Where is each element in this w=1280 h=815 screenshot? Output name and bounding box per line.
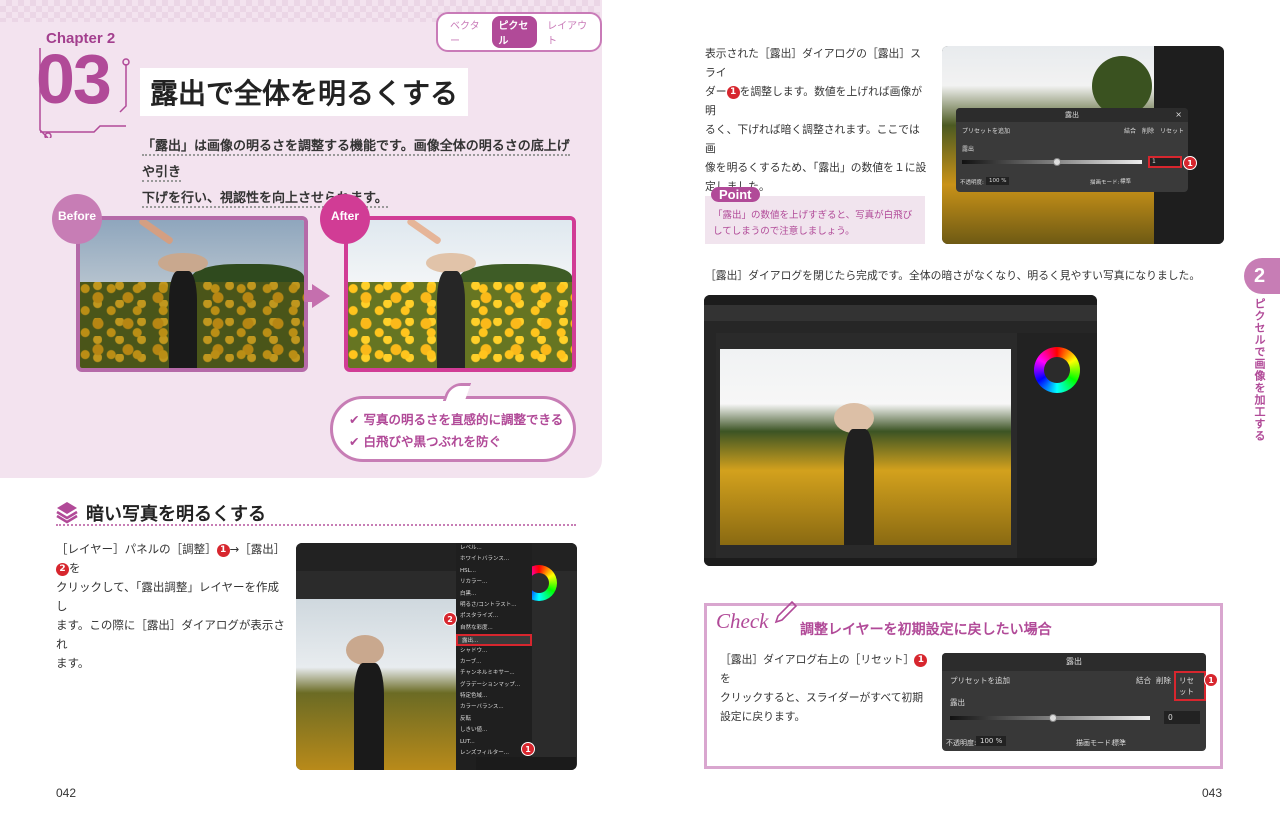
adjustment-menu: レベル... ホワイトバランス... HSL... リカラー... 白黒... … [456,543,532,770]
check-box-left [704,603,707,769]
point-label: Point [711,187,760,202]
menu-item[interactable]: HSL... [456,566,532,577]
benefit-item: ✔ 写真の明るさを直感的に調整できる [349,412,564,427]
exposure-slider-knob[interactable] [1049,714,1057,722]
step-number: 1 [216,544,230,557]
menu-item[interactable]: カーブ... [456,657,532,668]
menu-item[interactable]: 特定色域... [456,691,532,702]
menu-item[interactable]: しきい値... [456,725,532,736]
dialog-title: 露出 [942,653,1206,671]
merge-button[interactable]: 結合 [1136,675,1151,686]
section-title: 暗い写真を明るくする [86,504,266,525]
left-page: Chapter 2 03 露出で全体を明るくする ベクター ピクセル レイアウト… [0,0,640,815]
step-number: 2 [56,563,69,576]
benefit-bubble: ✔ 写真の明るさを直感的に調整できる ✔ 白飛びや黒つぶれを防ぐ [330,396,576,462]
reset-button[interactable]: リセット [1160,126,1184,135]
reset-button[interactable]: リセット [1174,671,1206,701]
opacity-label: 不透明度: [960,180,984,186]
preset-button[interactable]: プリセットを追加 [962,126,1010,135]
blend-label: 描画モード: [1090,180,1120,186]
color-wheel [1034,347,1080,393]
page-number-left: 042 [56,786,77,800]
tag-layout: レイアウト [547,21,588,47]
adjust-menu-screenshot: レベル... ホワイトバランス... HSL... リカラー... 白黒... … [296,543,577,770]
exposure-slider-label: 露出 [950,698,965,707]
menu-item[interactable]: 反転 [456,714,532,725]
chapter-header: Chapter 2 03 露出で全体を明るくする ベクター ピクセル レイアウト… [0,0,602,478]
exposure-value-input[interactable]: 0 [1164,711,1200,724]
check-label: Check [712,609,773,634]
arrow-right-head-icon [312,284,330,308]
after-badge: After [320,194,370,244]
menu-item[interactable]: レベル... [456,543,532,554]
app-result-screenshot [704,295,1097,566]
blend-select[interactable]: 標準 [1120,177,1131,185]
pencil-icon [774,600,798,624]
point-text: 「露出」の数値を上げすぎると、写真が白飛び してしまうので注意しましょう。 [713,210,913,237]
preset-button[interactable]: プリセットを追加 [950,675,1010,686]
tag-vector: ベクター [450,21,480,47]
menu-item[interactable]: ホワイトバランス... [456,554,532,565]
menu-item[interactable]: リカラー... [456,577,532,588]
menu-item[interactable]: シャドウ... [456,646,532,657]
step-number: 1 [726,86,740,99]
delete-button[interactable]: 削除 [1156,675,1171,686]
menu-item[interactable]: グラデーションマップ... [456,680,532,691]
exposure-slider[interactable] [962,160,1142,164]
before-badge: Before [52,194,102,244]
dialog-title: 露出 [956,108,1188,122]
exposure-dialog-screenshot: 露出 × プリセットを追加 結合 削除 リセット 露出 1 不透明度: 100 … [942,46,1224,244]
marker-1: 1 [1204,673,1218,687]
marker-2: 2 [443,612,457,626]
chapter-number: 03 [36,40,112,118]
delete-button[interactable]: 削除 [1142,126,1154,135]
layers-icon [56,502,78,524]
menu-item[interactable]: チャンネルミキサー... [456,668,532,679]
chapter-tab: 2 [1244,258,1280,294]
merge-button[interactable]: 結合 [1124,126,1136,135]
close-icon[interactable]: × [1175,110,1182,119]
exposure-dialog: 露出 × プリセットを追加 結合 削除 リセット 露出 1 不透明度: 100 … [956,108,1188,192]
exposure-slider-label: 露出 [962,146,975,153]
opacity-field[interactable]: 100 % [986,177,1010,185]
benefit-item: ✔ 白飛びや黒つぶれを防ぐ [349,434,501,449]
marker-1: 1 [1183,156,1197,170]
result-text: ［露出］ダイアログを閉じたら完成です。全体の暗さがなくなり、明るく見やすい写真に… [705,269,1201,282]
blend-select[interactable]: 標準 [1112,738,1126,748]
check-box-bottom [704,766,1223,769]
marker-1: 1 [521,742,535,756]
exposure-dialog-reset: 露出 プリセットを追加 結合 削除 リセット 露出 0 不透明度: 100 % … [942,653,1206,751]
opacity-field[interactable]: 100 % [976,736,1007,746]
menu-item[interactable]: 自然な彩度... [456,623,532,634]
page-number-right: 043 [1202,786,1223,800]
exposure-value-input[interactable]: 1 [1148,156,1182,168]
menu-item[interactable]: 明るさ/コントラスト... [456,600,532,611]
intro-line-1: 「露出」は画像の明るさを調整する機能です。画像全体の明るさの底上げや引き [142,139,570,182]
menu-item[interactable]: カラーバランス... [456,702,532,713]
tag-pixel: ピクセル [492,16,538,48]
check-mark-icon: ✔ [349,434,360,449]
before-photo [76,216,308,372]
chapter-tab-title: ピクセルで画像を加工する [1253,298,1266,442]
menu-item-exposure[interactable]: 露出... [456,634,532,646]
menu-item[interactable]: ポスタライズ... [456,611,532,622]
menu-item[interactable]: 白黒... [456,589,532,600]
category-tags: ベクター ピクセル レイアウト [436,12,602,52]
exposure-slider-knob[interactable] [1053,158,1061,166]
step-number: 1 [914,654,928,667]
check-title: 調整レイヤーを初期設定に戻したい場合 [800,622,1052,638]
section-divider [56,524,576,526]
page-title: 露出で全体を明るくする [140,68,469,116]
section-body: ［レイヤー］パネルの［調整］ 1 →［露出］2 を クリックして、「露出調整」レイヤー… [56,542,286,670]
check-mark-icon: ✔ [349,412,360,427]
after-photo [344,216,576,372]
check-text: ［露出］ダイアログ右上の［リセット］ 1を クリックすると、スライダーがすべて初期… [720,650,935,726]
opacity-label: 不透明度: [946,739,977,747]
blend-label: 描画モード: [1076,739,1114,747]
top-instruction: 表示された［露出］ダイアログの［露出］スライ ダー 1 を調整します。数値を上げれば… [705,47,927,193]
